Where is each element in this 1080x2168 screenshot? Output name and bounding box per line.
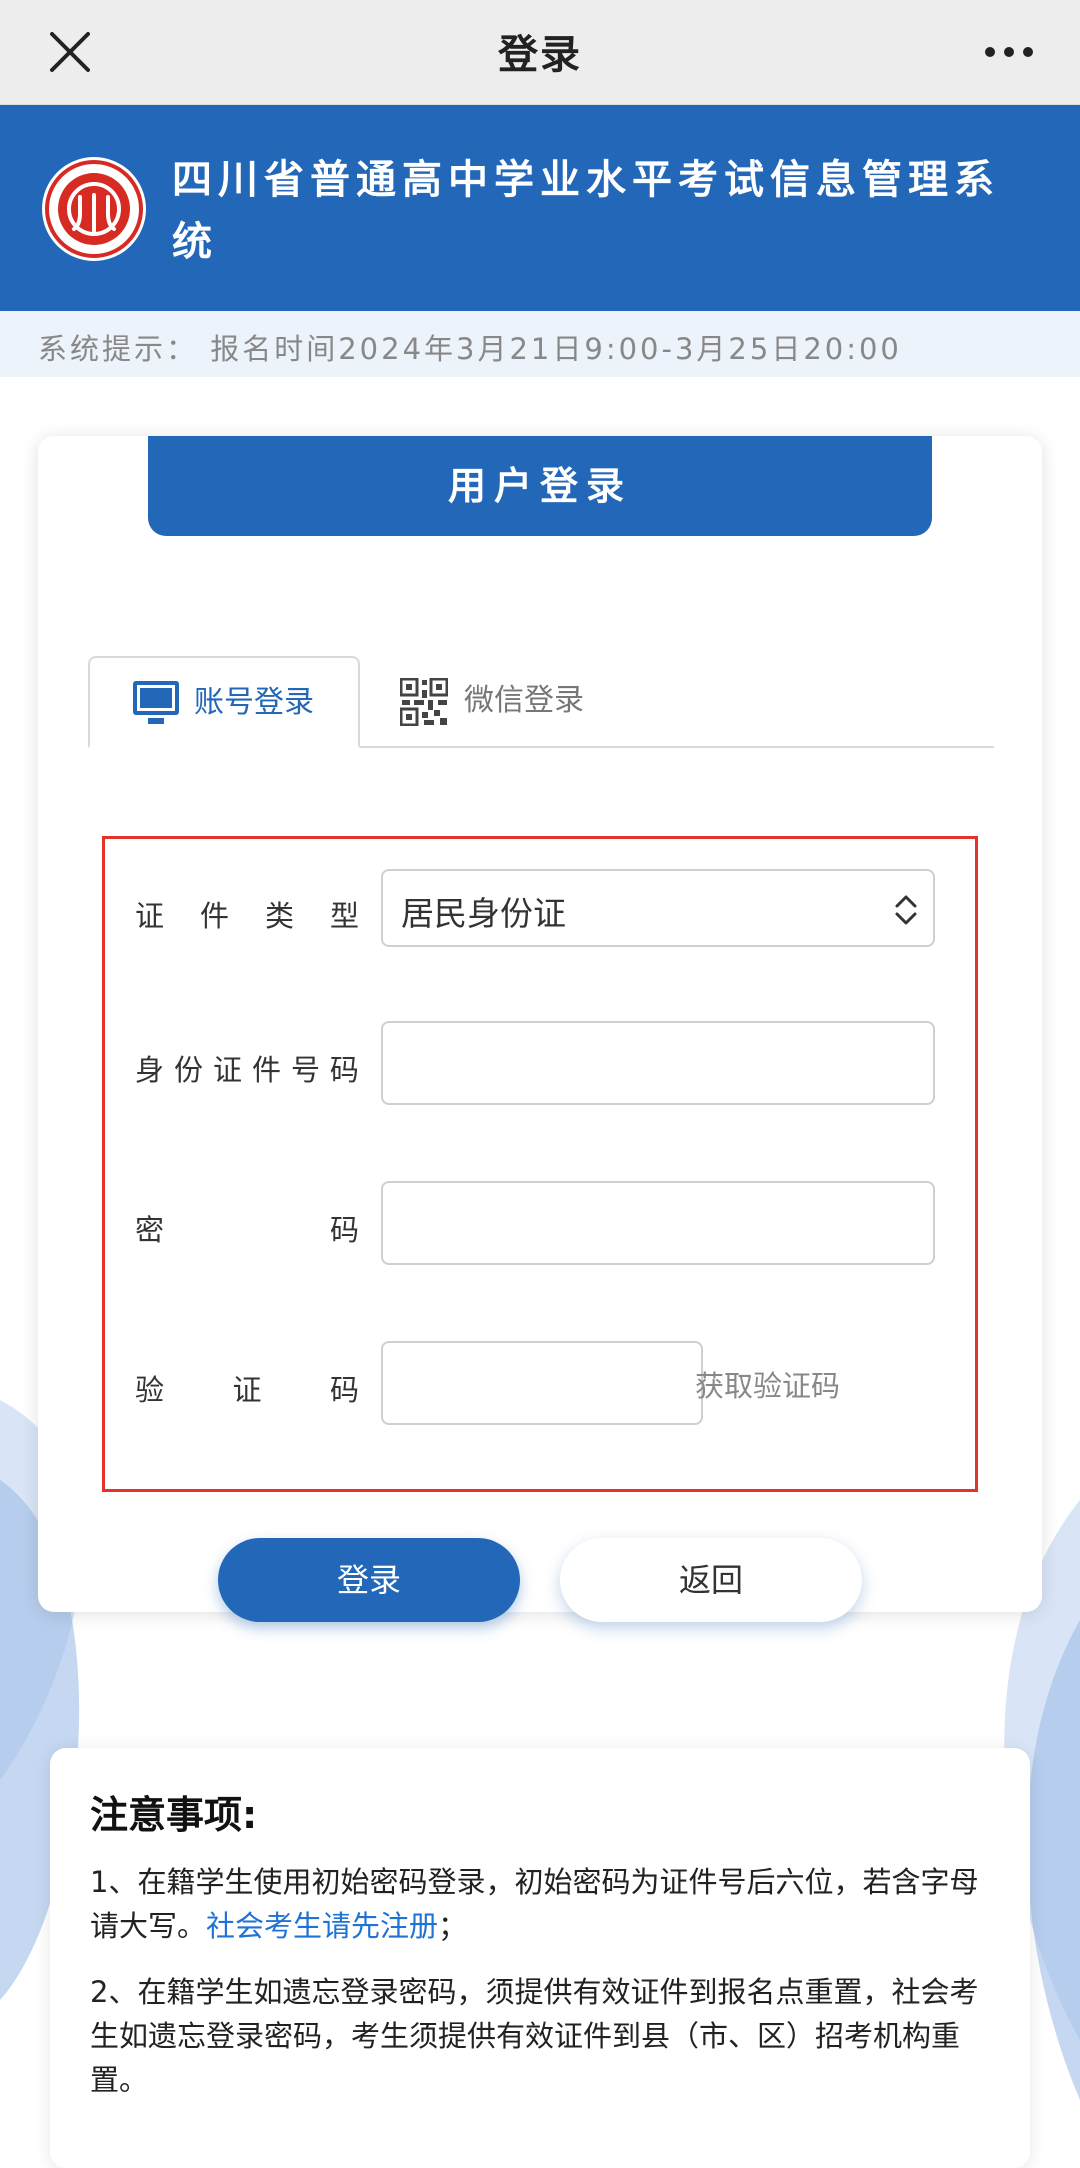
login-card: 用户登录 账号登录 微信登录 证 件 类 型 居民身份证 身 份 证 件 号 码…: [38, 436, 1042, 1622]
notes-item-2: 2、在籍学生如遗忘登录密码，须提供有效证件到报名点重置，社会考生如遗忘登录密码，…: [90, 1975, 979, 2097]
page-title: 登录: [498, 32, 582, 78]
login-button[interactable]: 登录: [218, 1538, 520, 1622]
login-tabs: 账号登录 微信登录: [88, 656, 994, 748]
id-type-select[interactable]: 居民身份证: [381, 869, 935, 947]
id-number-field[interactable]: [381, 1021, 935, 1105]
system-title: 四川省普通高中学业水平考试信息管理系统: [172, 157, 1000, 265]
captcha-field[interactable]: [381, 1341, 703, 1425]
back-button[interactable]: 返回: [560, 1538, 862, 1622]
captcha-label: 验 证 码: [135, 1373, 359, 1407]
notes-title: 注意事项:: [90, 1793, 258, 1837]
system-notice-bar: 系统提示： 报名时间2024年3月21日9:00-3月25日20:00: [0, 311, 1080, 377]
password-field[interactable]: [381, 1181, 935, 1265]
password-label: 密 码: [135, 1213, 359, 1247]
id-type-value: 居民身份证: [401, 894, 566, 933]
captcha-input[interactable]: [383, 1343, 701, 1423]
tab-account-login[interactable]: 账号登录: [88, 656, 360, 748]
notes-card: 注意事项: 1、在籍学生使用初始密码登录，初始密码为证件号后六位，若含字母请大写…: [50, 1748, 1030, 2168]
get-captcha-link[interactable]: 获取验证码: [695, 1363, 840, 1405]
notes-item-1: 1、在籍学生使用初始密码登录，初始密码为证件号后六位，若含字母请大写。社会考生请…: [90, 1865, 979, 1943]
register-link[interactable]: 社会考生请先注册: [206, 1909, 438, 1943]
tab-wechat-login[interactable]: 微信登录: [400, 656, 660, 746]
id-type-label: 证 件 类 型: [135, 899, 359, 933]
qr-code-icon: [400, 678, 448, 726]
top-nav-bar: 登录: [0, 0, 1080, 105]
select-arrows-icon: [895, 895, 917, 925]
login-card-banner: 用户登录: [148, 436, 932, 536]
tab-account-label: 账号登录: [194, 685, 314, 720]
id-number-label: 身 份 证 件 号 码: [135, 1053, 359, 1087]
system-header: 四川省普通高中学业水平考试信息管理系统: [0, 105, 1080, 311]
notice-text: 系统提示： 报名时间2024年3月21日9:00-3月25日20:00: [38, 332, 902, 366]
id-number-input[interactable]: [383, 1023, 933, 1103]
more-options-icon[interactable]: [984, 44, 1034, 60]
login-form: 证 件 类 型 居民身份证 身 份 证 件 号 码 密 码 验 证 码 获取验证…: [102, 836, 978, 1492]
tab-wechat-label: 微信登录: [464, 683, 584, 718]
password-input[interactable]: [383, 1183, 933, 1263]
education-exam-logo: [42, 157, 146, 261]
monitor-icon: [133, 681, 179, 724]
